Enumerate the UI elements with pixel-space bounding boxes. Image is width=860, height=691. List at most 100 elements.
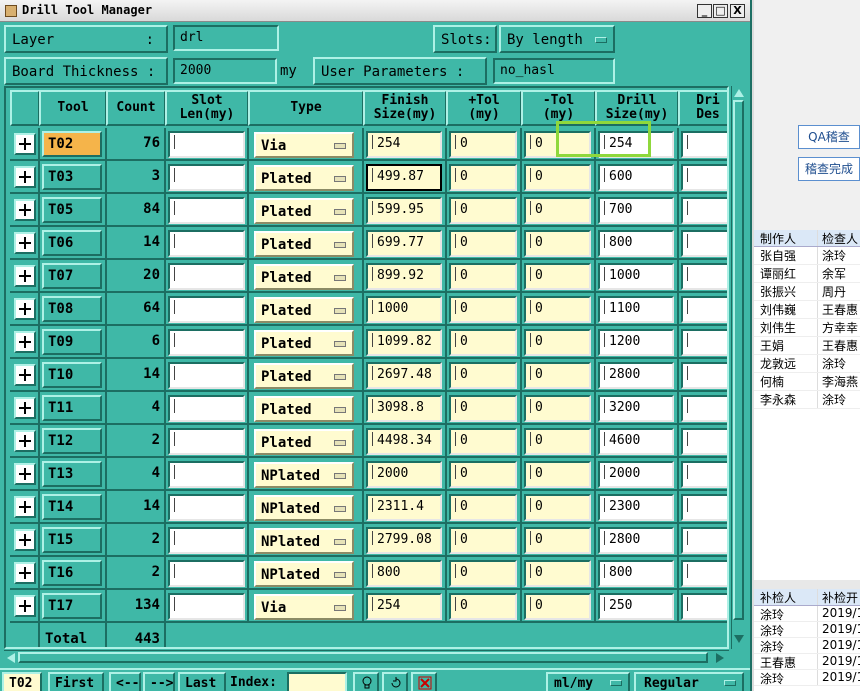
drill-des-input[interactable] xyxy=(681,593,727,620)
drill-des-input[interactable] xyxy=(681,560,727,587)
refresh-icon[interactable] xyxy=(382,672,408,691)
prev-button[interactable]: <-- xyxy=(109,672,141,691)
finish-size-input[interactable]: 800 xyxy=(366,560,442,587)
minus-tol-input[interactable]: 0 xyxy=(524,395,591,422)
minus-tol-input[interactable]: 0 xyxy=(524,362,591,389)
type-option-menu[interactable]: Via xyxy=(254,132,354,158)
right-table-1-row[interactable]: 张振兴 周丹 xyxy=(754,283,860,301)
drill-size-input[interactable]: 1100 xyxy=(598,296,674,323)
plus-tol-input[interactable]: 0 xyxy=(449,131,517,158)
qa-check-button[interactable]: QA稽查 xyxy=(798,125,860,149)
right-table-1-row[interactable]: 李永森 涂玲 xyxy=(754,391,860,409)
scroll-left-icon[interactable] xyxy=(7,653,15,663)
drill-size-input[interactable]: 800 xyxy=(598,560,674,587)
horizontal-scrollbar[interactable] xyxy=(4,650,729,664)
type-option-menu[interactable]: Plated xyxy=(254,198,354,224)
drill-size-input[interactable]: 600 xyxy=(598,164,674,191)
minus-tol-input[interactable]: 0 xyxy=(524,461,591,488)
drill-size-input[interactable]: 250 xyxy=(598,593,674,620)
plus-tol-input[interactable]: 0 xyxy=(449,395,517,422)
right-table-1-row[interactable]: 何楠 李海燕 xyxy=(754,373,860,391)
drill-size-input[interactable]: 2300 xyxy=(598,494,674,521)
right-table-1-row[interactable]: 王娟 王春惠 xyxy=(754,337,860,355)
plus-tol-input[interactable]: 0 xyxy=(449,164,517,191)
expand-icon[interactable] xyxy=(14,265,36,287)
type-option-menu[interactable]: Via xyxy=(254,594,354,620)
tool-button[interactable]: T02 xyxy=(42,131,102,157)
scroll-right-icon[interactable] xyxy=(716,653,724,663)
drill-des-input[interactable] xyxy=(681,494,727,521)
slots-option-menu[interactable]: By length xyxy=(499,25,615,53)
type-option-menu[interactable]: NPlated xyxy=(254,462,354,488)
finish-size-input[interactable]: 1099.82 xyxy=(366,329,442,356)
plus-tol-input[interactable]: 0 xyxy=(449,329,517,356)
slot-len-input[interactable] xyxy=(168,197,245,224)
next-button[interactable]: --> xyxy=(143,672,175,691)
drill-des-input[interactable] xyxy=(681,461,727,488)
minimize-button[interactable]: _ xyxy=(697,4,712,18)
right-table-1-row[interactable]: 张自强 涂玲 xyxy=(754,247,860,265)
type-option-menu[interactable]: Plated xyxy=(254,363,354,389)
drill-des-input[interactable] xyxy=(681,131,727,158)
plus-tol-input[interactable]: 0 xyxy=(449,527,517,554)
right-table-2-row[interactable]: 涂玲 2019/1 xyxy=(754,606,860,622)
finish-size-input[interactable]: 2000 xyxy=(366,461,442,488)
type-option-menu[interactable]: NPlated xyxy=(254,528,354,554)
minus-tol-input[interactable]: 0 xyxy=(524,263,591,290)
minus-tol-input[interactable]: 0 xyxy=(524,593,591,620)
tool-button[interactable]: T08 xyxy=(42,296,102,322)
right-table-2-row[interactable]: 涂玲 2019/1 xyxy=(754,670,860,686)
slot-len-input[interactable] xyxy=(168,164,245,191)
right-table-1-row[interactable]: 刘伟巍 王春惠 xyxy=(754,301,860,319)
tool-button[interactable]: T06 xyxy=(42,230,102,256)
slot-len-input[interactable] xyxy=(168,263,245,290)
type-option-menu[interactable]: Plated xyxy=(254,264,354,290)
scroll-down-icon[interactable] xyxy=(734,635,744,643)
type-option-menu[interactable]: Plated xyxy=(254,231,354,257)
drill-des-input[interactable] xyxy=(681,197,727,224)
expand-icon[interactable] xyxy=(14,595,36,617)
drill-size-input[interactable]: 800 xyxy=(598,230,674,257)
expand-icon[interactable] xyxy=(14,430,36,452)
layer-field[interactable]: drl xyxy=(173,25,279,51)
slot-len-input[interactable] xyxy=(168,428,245,455)
drill-size-input[interactable]: 700 xyxy=(598,197,674,224)
slot-len-input[interactable] xyxy=(168,296,245,323)
type-option-menu[interactable]: Plated xyxy=(254,429,354,455)
expand-icon[interactable] xyxy=(14,463,36,485)
minus-tol-input[interactable]: 0 xyxy=(524,296,591,323)
horizontal-scroll-thumb[interactable] xyxy=(18,652,708,663)
minus-tol-input[interactable]: 0 xyxy=(524,131,591,158)
drill-size-input[interactable]: 2800 xyxy=(598,527,674,554)
drill-size-input[interactable]: 4600 xyxy=(598,428,674,455)
minus-tol-input[interactable]: 0 xyxy=(524,494,591,521)
expand-icon[interactable] xyxy=(14,364,36,386)
tool-button[interactable]: T13 xyxy=(42,461,102,487)
expand-icon[interactable] xyxy=(14,298,36,320)
type-option-menu[interactable]: NPlated xyxy=(254,561,354,587)
type-option-menu[interactable]: Plated xyxy=(254,396,354,422)
cancel-icon[interactable] xyxy=(411,672,437,691)
plus-tol-input[interactable]: 0 xyxy=(449,263,517,290)
finish-size-input[interactable]: 1000 xyxy=(366,296,442,323)
expand-icon[interactable] xyxy=(14,331,36,353)
finish-size-input[interactable]: 4498.34 xyxy=(366,428,442,455)
title-bar[interactable]: Drill Tool Manager _ □ X xyxy=(0,0,750,22)
plus-tol-input[interactable]: 0 xyxy=(449,296,517,323)
mode-option-menu[interactable]: Regular xyxy=(634,672,744,691)
expand-icon[interactable] xyxy=(14,397,36,419)
slot-len-input[interactable] xyxy=(168,593,245,620)
slot-len-input[interactable] xyxy=(168,494,245,521)
minus-tol-input[interactable]: 0 xyxy=(524,527,591,554)
tool-button[interactable]: T14 xyxy=(42,494,102,520)
tool-button[interactable]: T15 xyxy=(42,527,102,553)
expand-icon[interactable] xyxy=(14,529,36,551)
tool-button[interactable]: T16 xyxy=(42,560,102,586)
drill-des-input[interactable] xyxy=(681,428,727,455)
index-field[interactable] xyxy=(287,672,347,691)
finish-size-input[interactable]: 2311.4 xyxy=(366,494,442,521)
drill-size-input[interactable]: 1000 xyxy=(598,263,674,290)
first-button[interactable]: First xyxy=(48,672,104,691)
finish-size-input[interactable]: 699.77 xyxy=(366,230,442,257)
drill-des-input[interactable] xyxy=(681,263,727,290)
